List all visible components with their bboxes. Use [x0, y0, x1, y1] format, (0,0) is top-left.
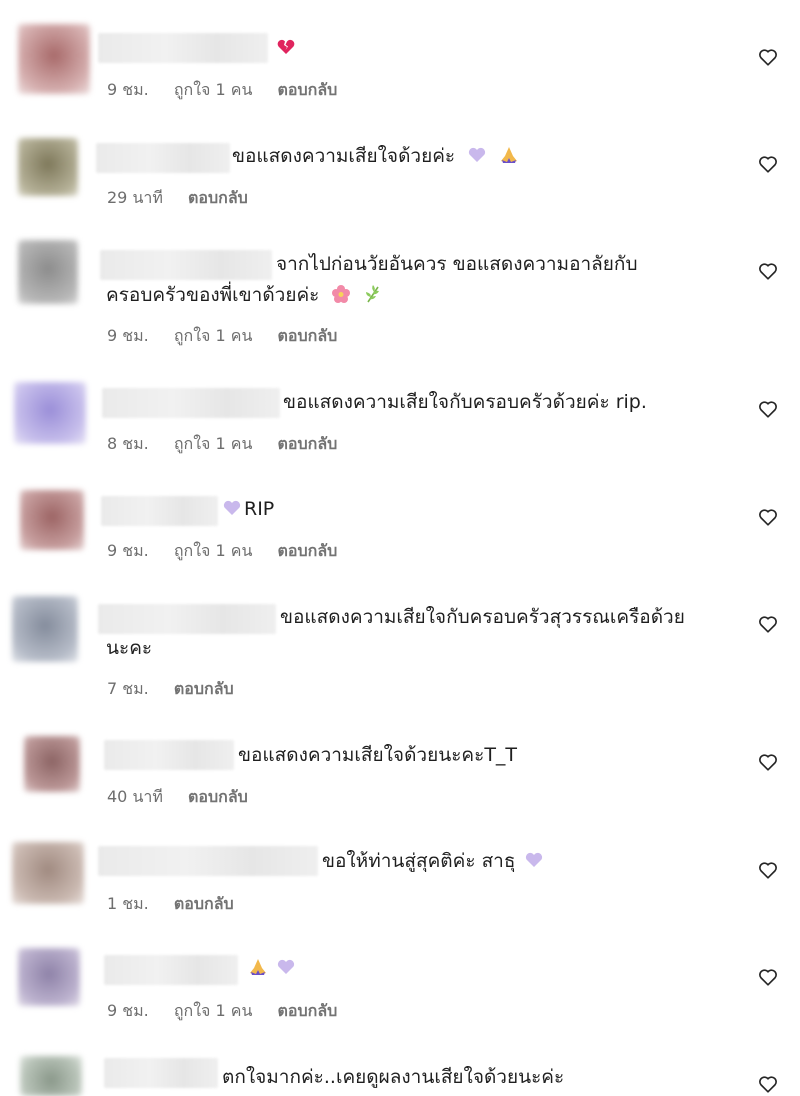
avatar[interactable] [20, 490, 84, 550]
avatar[interactable] [12, 596, 78, 662]
like-heart-icon[interactable] [757, 153, 779, 175]
reply-button[interactable]: ตอบกลับ [188, 188, 248, 207]
like-count[interactable]: ถูกใจ 1 คน [174, 326, 253, 345]
comment-meta: 9 ชม. ถูกใจ 1 คน ตอบกลับ [107, 999, 357, 1024]
comment-meta: 29 นาที ตอบกลับ [107, 186, 268, 211]
like-count[interactable]: ถูกใจ 1 คน [174, 434, 253, 453]
purple-heart-icon [469, 147, 486, 162]
comment-time: 7 ชม. [107, 679, 149, 698]
username-blurred[interactable] [98, 846, 318, 876]
reply-button[interactable]: ตอบกลับ [278, 80, 338, 99]
username-blurred[interactable] [104, 1058, 218, 1088]
reply-button[interactable]: ตอบกลับ [278, 541, 338, 560]
comment-meta: 7 ชม. ตอบกลับ [107, 677, 254, 702]
comment-time: 9 ชม. [107, 1001, 149, 1020]
like-count[interactable]: ถูกใจ 1 คน [174, 1001, 253, 1020]
comment-meta: 9 ชม. ถูกใจ 1 คน ตอบกลับ [107, 539, 357, 564]
reply-button[interactable]: ตอบกลับ [278, 326, 338, 345]
username-blurred[interactable] [96, 143, 230, 173]
like-heart-icon[interactable] [757, 260, 779, 282]
reply-button[interactable]: ตอบกลับ [174, 679, 234, 698]
avatar[interactable] [20, 1056, 82, 1096]
like-heart-icon[interactable] [757, 506, 779, 528]
reply-button[interactable]: ตอบกลับ [278, 1001, 338, 1020]
comment-text: ขอแสดงความเสียใจด้วยค่ะ [232, 141, 519, 171]
like-heart-icon[interactable] [757, 966, 779, 988]
comment-text-line2: ครอบครัวของพี่เขาด้วยค่ะ [106, 280, 383, 310]
comment-text: ขอแสดงความเสียใจกับครอบครัวด้วยค่ะ rip. [283, 391, 647, 413]
purple-heart-icon [525, 852, 542, 867]
avatar[interactable] [14, 382, 86, 444]
reply-button[interactable]: ตอบกลับ [278, 434, 338, 453]
like-heart-icon[interactable] [757, 613, 779, 635]
comment-time: 29 นาที [107, 188, 163, 207]
avatar[interactable] [18, 24, 90, 94]
comment-text: RIP [222, 494, 274, 524]
like-heart-icon[interactable] [757, 1073, 779, 1095]
username-blurred[interactable] [102, 388, 280, 418]
username-blurred[interactable] [104, 955, 238, 985]
username-blurred[interactable] [100, 250, 272, 280]
folded-hands-icon [250, 959, 266, 975]
like-heart-icon[interactable] [757, 46, 779, 68]
comment-text: จากไปก่อนวัยอันควร ขอแสดงความอาลัยกับ [276, 253, 638, 275]
comment-meta: 9 ชม. ถูกใจ 1 คน ตอบกลับ [107, 324, 357, 349]
like-heart-icon[interactable] [757, 751, 779, 773]
like-heart-icon[interactable] [757, 398, 779, 420]
username-blurred[interactable] [98, 604, 276, 634]
comment-text: ขอแสดงความเสียใจกับครอบครัวสุวรรณเครือด้… [280, 606, 685, 628]
avatar[interactable] [18, 240, 78, 304]
comment-meta: 1 ชม. ตอบกลับ [107, 892, 254, 917]
comment-text [242, 953, 296, 983]
comment-meta: 40 นาที ตอบกลับ [107, 785, 268, 810]
username-blurred[interactable] [104, 740, 234, 770]
comment-time: 9 ชม. [107, 326, 149, 345]
purple-heart-icon [277, 959, 295, 974]
comment-time: 9 ชม. [107, 80, 149, 99]
comment-text [270, 33, 296, 63]
like-heart-icon[interactable] [757, 859, 779, 881]
like-count[interactable]: ถูกใจ 1 คน [174, 541, 253, 560]
comment-meta: 9 ชม. ถูกใจ 1 คน ตอบกลับ [107, 78, 357, 103]
flower-icon [332, 285, 351, 303]
comment-meta: 8 ชม. ถูกใจ 1 คน ตอบกลับ [107, 432, 357, 457]
comment-text-line2: นะคะ [106, 637, 153, 659]
comment-time: 1 ชม. [107, 894, 149, 913]
username-blurred[interactable] [101, 496, 218, 526]
reply-button[interactable]: ตอบกลับ [188, 787, 248, 806]
purple-heart-icon [223, 500, 241, 515]
comment-time: 8 ชม. [107, 434, 149, 453]
comment-text: ขอแสดงความเสียใจด้วยนะคะT_T [238, 744, 518, 766]
avatar[interactable] [18, 138, 78, 196]
comment-time: 40 นาที [107, 787, 163, 806]
comment-time: 9 ชม. [107, 541, 149, 560]
comment-text: ตกใจมากค่ะ..เคยดูผลงานเสียใจด้วยนะค่ะ [222, 1066, 565, 1088]
broken-heart-icon [277, 39, 295, 54]
reply-button[interactable]: ตอบกลับ [174, 894, 234, 913]
avatar[interactable] [12, 842, 84, 904]
comment-text: ขอให้ท่านสู่สุคติค่ะ สาธุ [322, 846, 544, 876]
avatar[interactable] [24, 736, 80, 792]
username-blurred[interactable] [98, 33, 268, 63]
herb-icon [366, 285, 380, 303]
folded-hands-icon [501, 147, 518, 163]
like-count[interactable]: ถูกใจ 1 คน [174, 80, 253, 99]
avatar[interactable] [18, 948, 80, 1006]
